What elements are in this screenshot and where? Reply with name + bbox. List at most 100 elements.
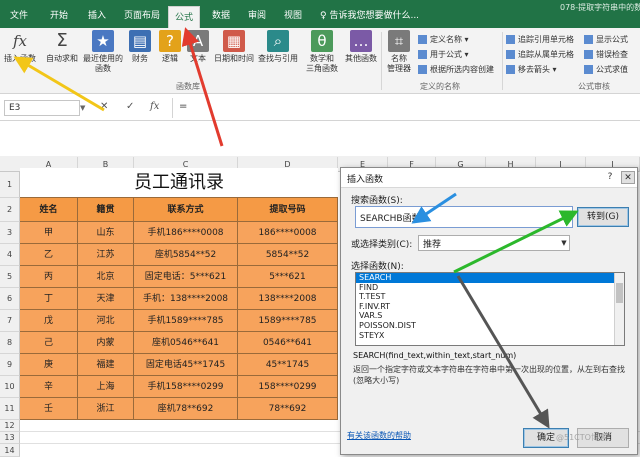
row-header[interactable]: 8 <box>0 332 20 354</box>
row-header[interactable]: 9 <box>0 354 20 376</box>
remove-arrows-button[interactable]: 移去箭头 ▾ <box>506 64 557 75</box>
table-cell[interactable]: 78**692 <box>238 398 338 420</box>
list-item[interactable]: F.INV.RT <box>356 302 624 312</box>
evaluate-formula-button[interactable]: 公式求值 <box>584 64 628 75</box>
row-header[interactable]: 10 <box>0 376 20 398</box>
table-cell[interactable]: 山东 <box>78 222 134 244</box>
trace-precedents-button[interactable]: 追踪引用单元格 <box>506 34 574 45</box>
enter-icon[interactable]: ✓ <box>126 101 134 112</box>
row-header[interactable]: 6 <box>0 288 20 310</box>
table-cell[interactable]: 辛 <box>20 376 78 398</box>
tell-me-search[interactable]: ♀ 告诉我您想要做什么... <box>320 8 419 21</box>
table-cell[interactable]: 己 <box>20 332 78 354</box>
table-cell[interactable]: 158****0299 <box>238 376 338 398</box>
table-cell[interactable]: 戊 <box>20 310 78 332</box>
row-header[interactable]: 1 <box>0 172 20 198</box>
row-header[interactable]: 12 <box>0 420 20 432</box>
row-header[interactable]: 3 <box>0 222 20 244</box>
tab-data[interactable]: 数据 <box>212 8 230 21</box>
row-header[interactable]: 14 <box>0 444 20 457</box>
category-select[interactable]: 推荐 <box>418 235 570 251</box>
table-cell[interactable]: 186****0008 <box>238 222 338 244</box>
close-icon[interactable]: ✕ <box>621 171 635 184</box>
trace-dependents-button[interactable]: 追踪从属单元格 <box>506 49 574 60</box>
table-header-cell[interactable]: 姓名 <box>20 198 78 222</box>
function-help-link[interactable]: 有关该函数的帮助 <box>347 430 411 441</box>
tab-page-layout[interactable]: 页面布局 <box>124 8 160 21</box>
list-scrollbar[interactable] <box>614 273 624 345</box>
tab-insert[interactable]: 插入 <box>88 8 106 21</box>
table-cell[interactable]: 座机5854**52 <box>134 244 238 266</box>
table-cell[interactable]: 江苏 <box>78 244 134 266</box>
function-list[interactable]: SEARCH FIND T.TEST F.INV.RT VAR.S POISSO… <box>355 272 625 346</box>
table-cell[interactable]: 座机0546**641 <box>134 332 238 354</box>
use-in-formula-button[interactable]: 用于公式 ▾ <box>418 49 469 60</box>
more-functions-button[interactable]: … 其他函数 <box>344 30 378 64</box>
tab-file[interactable]: 文件 <box>10 8 28 21</box>
table-cell[interactable]: 5***621 <box>238 266 338 288</box>
table-cell[interactable]: 手机158****0299 <box>134 376 238 398</box>
table-cell[interactable]: 0546**641 <box>238 332 338 354</box>
table-cell[interactable]: 45**1745 <box>238 354 338 376</box>
scroll-thumb[interactable] <box>616 283 623 303</box>
table-cell[interactable]: 北京 <box>78 266 134 288</box>
table-cell[interactable]: 手机：138****2008 <box>134 288 238 310</box>
row-header[interactable]: 2 <box>0 198 20 222</box>
autosum-button[interactable]: Σ 自动求和 <box>44 30 80 64</box>
function-search-input[interactable]: SEARCHB函数 <box>355 206 573 228</box>
table-cell[interactable]: 固定电话45**1745 <box>134 354 238 376</box>
define-name-button[interactable]: 定义名称 ▾ <box>418 34 469 45</box>
chevron-down-icon[interactable]: ▼ <box>559 236 569 250</box>
list-item[interactable]: POISSON.DIST <box>356 321 624 331</box>
financial-button[interactable]: ▤ 财务 <box>126 30 154 64</box>
table-cell[interactable]: 壬 <box>20 398 78 420</box>
row-header[interactable]: 4 <box>0 244 20 266</box>
table-cell[interactable]: 福建 <box>78 354 134 376</box>
list-item[interactable]: T.TEST <box>356 292 624 302</box>
table-cell[interactable]: 丁 <box>20 288 78 310</box>
cancel-icon[interactable]: ✕ <box>100 101 108 112</box>
row-header[interactable]: 5 <box>0 266 20 288</box>
create-from-selection-button[interactable]: 根据所选内容创建 <box>418 64 494 75</box>
formula-input[interactable]: = <box>172 98 638 118</box>
insert-function-button[interactable]: fx 插入函数 <box>2 30 38 64</box>
table-cell[interactable]: 甲 <box>20 222 78 244</box>
fx-icon[interactable]: fx <box>150 101 159 112</box>
table-header-cell[interactable]: 提取号码 <box>238 198 338 222</box>
list-item[interactable]: SEARCH <box>356 273 624 283</box>
table-cell[interactable]: 固定电话：5***621 <box>134 266 238 288</box>
table-cell[interactable]: 天津 <box>78 288 134 310</box>
table-header-cell[interactable]: 联系方式 <box>134 198 238 222</box>
table-header-cell[interactable]: 籍贯 <box>78 198 134 222</box>
table-cell[interactable]: 丙 <box>20 266 78 288</box>
table-cell[interactable]: 手机186****0008 <box>134 222 238 244</box>
table-cell[interactable]: 138****2008 <box>238 288 338 310</box>
table-cell[interactable]: 上海 <box>78 376 134 398</box>
show-formulas-button[interactable]: 显示公式 <box>584 34 628 45</box>
table-cell[interactable]: 座机78**692 <box>134 398 238 420</box>
row-header[interactable]: 7 <box>0 310 20 332</box>
table-cell[interactable]: 内蒙 <box>78 332 134 354</box>
tab-home[interactable]: 开始 <box>50 8 68 21</box>
row-header[interactable]: 11 <box>0 398 20 420</box>
table-cell[interactable]: 河北 <box>78 310 134 332</box>
datetime-button[interactable]: ▦ 日期和时间 <box>212 30 256 64</box>
table-cell[interactable]: 浙江 <box>78 398 134 420</box>
table-cell[interactable]: 5854**52 <box>238 244 338 266</box>
name-box[interactable]: E3 <box>4 100 80 116</box>
recent-functions-button[interactable]: ★ 最近使用的 函数 <box>80 30 126 74</box>
list-item[interactable]: VAR.S <box>356 311 624 321</box>
list-item[interactable]: STEYX <box>356 331 624 341</box>
chevron-down-icon[interactable]: ▼ <box>80 104 85 112</box>
list-item[interactable]: FIND <box>356 283 624 293</box>
table-cell[interactable]: 庚 <box>20 354 78 376</box>
help-icon[interactable]: ? <box>603 171 617 184</box>
tab-view[interactable]: 视图 <box>284 8 302 21</box>
logical-button[interactable]: ? 逻辑 <box>156 30 184 64</box>
error-checking-button[interactable]: 错误检查 <box>584 49 628 60</box>
text-button[interactable]: A 文本 <box>184 30 212 64</box>
table-cell[interactable]: 手机1589****785 <box>134 310 238 332</box>
tab-review[interactable]: 审阅 <box>248 8 266 21</box>
lookup-button[interactable]: ⌕ 查找与引用 <box>256 30 300 64</box>
table-cell[interactable]: 乙 <box>20 244 78 266</box>
